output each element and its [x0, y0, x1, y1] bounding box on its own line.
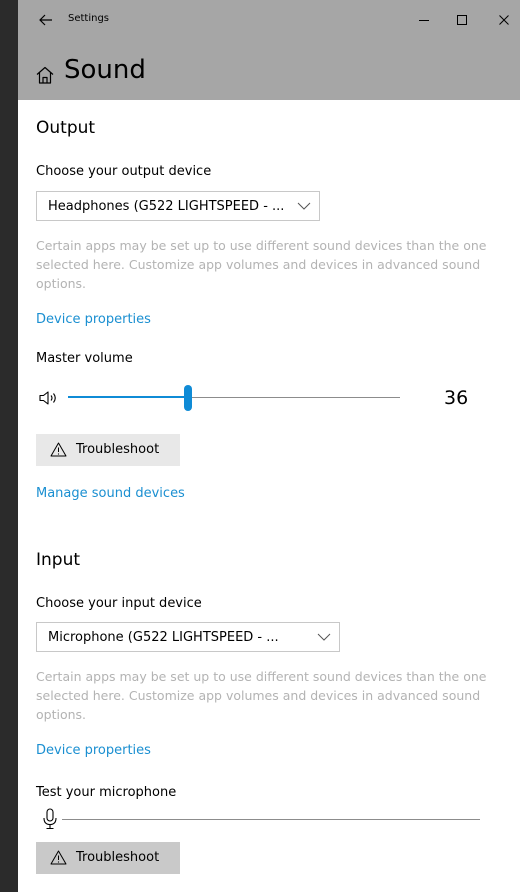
back-button[interactable]: [32, 8, 60, 32]
output-device-value: Headphones (G522 LIGHTSPEED - ...: [48, 199, 285, 214]
slider-fill: [68, 396, 188, 398]
input-help-text: Certain apps may be set up to use differ…: [36, 669, 487, 722]
output-troubleshoot-button[interactable]: Troubleshoot: [36, 434, 180, 466]
output-device-label: Choose your output device: [36, 164, 212, 179]
maximize-button[interactable]: [444, 6, 480, 34]
microphone-icon: [43, 808, 57, 830]
minimize-icon: [419, 20, 429, 21]
close-button[interactable]: [486, 6, 520, 34]
output-device-dropdown[interactable]: Headphones (G522 LIGHTSPEED - ...: [36, 191, 320, 221]
header: Settings Sound: [18, 0, 520, 100]
master-volume-label: Master volume: [36, 351, 133, 366]
warning-icon: [50, 442, 67, 457]
minimize-button[interactable]: [406, 6, 442, 34]
chevron-down-icon: [297, 202, 311, 210]
test-microphone-label: Test your microphone: [36, 785, 177, 800]
slider-thumb[interactable]: [184, 385, 192, 411]
input-device-dropdown[interactable]: Microphone (G522 LIGHTSPEED - ...: [36, 622, 340, 652]
master-volume-value: 36: [444, 387, 469, 409]
input-troubleshoot-button[interactable]: Troubleshoot: [36, 842, 180, 874]
input-device-label: Choose your input device: [36, 596, 202, 611]
output-help-text: Certain apps may be set up to use differ…: [36, 238, 487, 291]
input-device-value: Microphone (G522 LIGHTSPEED - ...: [48, 630, 279, 645]
close-icon: [499, 15, 509, 25]
input-device-properties-link[interactable]: Device properties: [36, 743, 151, 758]
back-arrow-icon: [39, 14, 52, 26]
warning-icon: [50, 850, 67, 865]
home-icon: [36, 66, 54, 84]
master-volume-slider[interactable]: [68, 384, 400, 412]
window-title: Settings: [68, 13, 110, 24]
input-section-title: Input: [36, 550, 81, 570]
settings-window: Settings Sound Output Choose your output…: [18, 0, 520, 892]
speaker-icon[interactable]: [38, 389, 60, 407]
manage-sound-devices-link[interactable]: Manage sound devices: [36, 486, 185, 501]
page-title: Sound: [64, 55, 146, 85]
chevron-down-icon: [317, 633, 331, 641]
troubleshoot-label: Troubleshoot: [76, 442, 160, 457]
troubleshoot-label: Troubleshoot: [76, 850, 160, 865]
title-bar: Settings: [18, 0, 520, 40]
output-device-properties-link[interactable]: Device properties: [36, 312, 151, 327]
output-section-title: Output: [36, 118, 96, 138]
microphone-level-meter: [62, 819, 480, 820]
maximize-icon: [457, 15, 467, 25]
